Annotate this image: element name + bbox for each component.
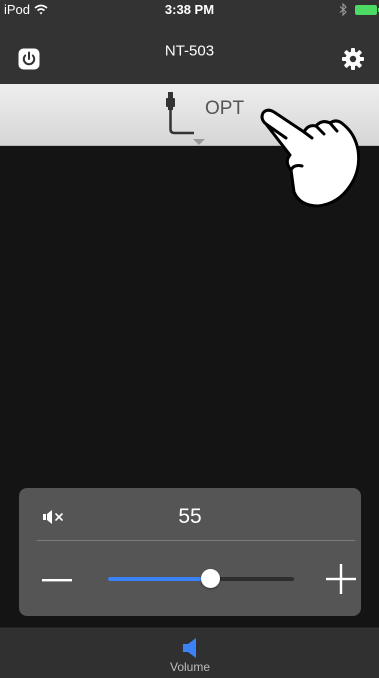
speaker-icon	[183, 638, 196, 658]
device-title: NT-503	[164, 42, 215, 60]
dropdown-arrow-icon	[193, 139, 205, 145]
volume-value: 55	[178, 505, 202, 528]
volume-slider[interactable]	[108, 569, 294, 588]
input-label: OPT	[205, 98, 245, 119]
divider	[37, 540, 355, 541]
volume-slider-fill	[108, 577, 211, 581]
tab-bar: Volume	[0, 627, 379, 678]
volume-slider-thumb[interactable]	[201, 569, 221, 588]
optical-cable-icon	[166, 92, 194, 135]
tab-volume-label: Volume	[169, 660, 211, 674]
nav-bar: NT-503	[0, 20, 379, 85]
bluetooth-icon	[339, 3, 347, 16]
battery-icon	[355, 4, 379, 15]
tab-volume[interactable]: Volume	[160, 632, 220, 676]
status-bar: iPod 3:38 PM	[0, 0, 379, 20]
plus-icon[interactable]	[325, 563, 357, 595]
volume-panel: 55	[19, 488, 361, 616]
minus-icon[interactable]	[41, 573, 73, 587]
status-time: 3:38 PM	[164, 2, 215, 17]
gear-icon[interactable]	[341, 47, 365, 71]
pointing-hand-icon	[260, 108, 361, 208]
status-right	[339, 3, 379, 16]
